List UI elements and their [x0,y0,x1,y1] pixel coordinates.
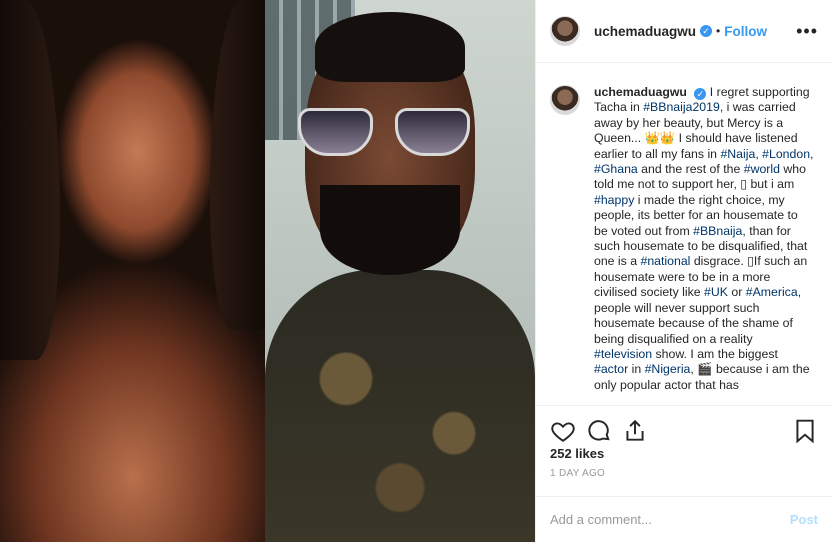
hashtag-link[interactable]: #actor [594,362,628,376]
post-sidebar: uchemaduagwu ✓ • Follow ••• uchemaduagwu… [535,0,832,542]
post-header: uchemaduagwu ✓ • Follow ••• [536,0,832,63]
hashtag-link[interactable]: #America [746,285,798,299]
hashtag-link[interactable]: #BBnaija [693,224,742,238]
avatar[interactable] [550,16,580,46]
caption-username[interactable]: uchemaduagwu [594,85,687,99]
comment-input[interactable] [550,512,790,527]
caption: uchemaduagwu ✓ I regret supporting Tacha… [536,63,832,405]
hashtag-link[interactable]: #Ghana [594,162,638,176]
post-button[interactable]: Post [790,512,818,527]
comment-icon[interactable] [586,418,612,444]
caption-fragment: show. I am the biggest [652,346,778,361]
caption-fragment: and the rest of the [637,162,744,177]
caption-avatar[interactable] [550,85,580,115]
more-options-icon[interactable]: ••• [796,21,818,42]
post-timestamp[interactable]: 1 DAY AGO [550,468,605,479]
instagram-post-view: uchemaduagwu ✓ • Follow ••• uchemaduagwu… [0,0,832,542]
hashtag-link[interactable]: #BBnaija2019 [643,100,720,114]
post-image [0,0,535,542]
hashtag-link[interactable]: #happy [594,193,634,207]
verified-badge-icon: ✓ [700,25,713,37]
share-icon[interactable] [622,418,648,444]
comment-bar: Post [536,496,832,542]
man-photo [265,0,535,542]
hashtag-link[interactable]: #London [762,147,810,161]
caption-body: I regret supporting Tacha in #BBnaija201… [594,85,813,392]
hashtag-link[interactable]: #television [594,347,652,361]
hashtag-link[interactable]: #national [641,254,691,268]
hashtag-link[interactable]: #world [744,162,780,176]
bookmark-icon[interactable] [792,418,818,444]
separator-dot: • [716,24,721,38]
username[interactable]: uchemaduagwu [594,24,696,39]
caption-fragment: , [810,146,814,161]
caption-fragment: or [727,285,746,300]
like-count[interactable]: 252 likes [550,446,604,461]
sunglasses [290,108,480,158]
hashtag-link[interactable]: #UK [704,285,728,299]
follow-button[interactable]: Follow [724,24,767,39]
hashtag-link[interactable]: #Nigeria [645,362,691,376]
caption-fragment: in [628,362,645,377]
action-bar [536,405,832,445]
woman-photo [0,0,265,542]
hashtag-link[interactable]: #Naija [720,147,755,161]
verified-badge-icon: ✓ [694,88,707,100]
caption-text: uchemaduagwu ✓ I regret supporting Tacha… [594,85,818,405]
heart-icon[interactable] [550,418,576,444]
